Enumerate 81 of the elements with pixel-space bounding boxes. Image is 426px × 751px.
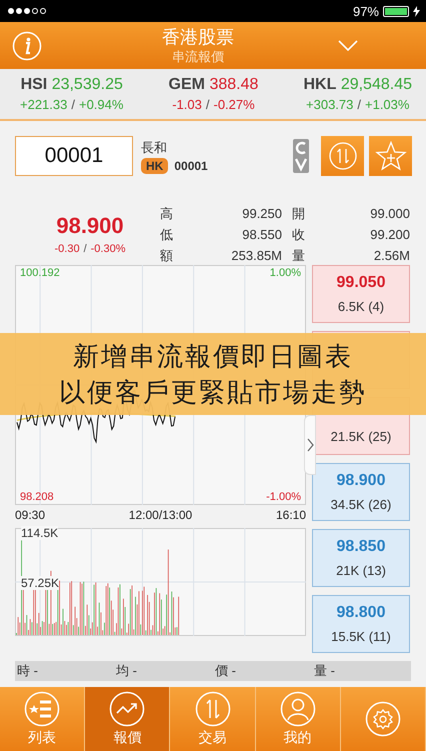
market-badge: HK: [141, 158, 168, 174]
stat-value: 99.000: [369, 205, 411, 223]
slash-separator: /: [206, 97, 210, 112]
index-value: 23,539.25: [52, 76, 123, 93]
chevron-down-icon[interactable]: [338, 40, 358, 51]
order-volume: 6.5K (4): [338, 299, 384, 314]
header-subtitle: 串流報價: [171, 48, 225, 65]
index-name: HSI: [20, 76, 48, 93]
banner-text: 新增串流報價即日圖表: [73, 340, 353, 373]
order-price: 98.900: [336, 472, 386, 490]
time-label: 09:30: [15, 508, 46, 522]
chevron-right-icon: [306, 438, 314, 452]
trend-chart-icon: [109, 691, 146, 727]
time-label: 16:10: [276, 508, 306, 522]
chart-low-price: 98.208: [20, 491, 54, 503]
index-percent: -0.27%: [213, 97, 255, 112]
stat-value: 99.250: [241, 205, 283, 223]
order-price: 99.050: [336, 274, 386, 292]
stat-label: 額: [160, 247, 174, 265]
price-change-percent: -0.30%: [90, 243, 126, 255]
chart-high-percent: 1.00%: [270, 267, 301, 279]
stat-label: 收: [291, 226, 306, 244]
cv-icon[interactable]: [293, 139, 309, 173]
stat-label: 開: [291, 205, 306, 223]
battery-percent: 97%: [352, 4, 379, 18]
user-icon: [280, 691, 316, 727]
last-price: 98.900: [55, 213, 125, 239]
info-field: 量 -: [312, 662, 411, 680]
order-price: 98.800: [336, 604, 386, 622]
chart-low-percent: -1.00%: [266, 491, 301, 503]
time-label: 12:00/13:00: [128, 508, 192, 522]
nav-tab[interactable]: 我的: [256, 687, 341, 751]
index-name: HKL: [303, 76, 336, 93]
stat-value: 2.56M: [372, 247, 411, 265]
signal-icon: [8, 8, 46, 14]
swap-arrows-icon: [194, 691, 230, 727]
slash-separator: /: [357, 97, 361, 112]
index-change: +303.73: [306, 97, 354, 112]
index-change: -1.03: [172, 97, 202, 112]
order-volume: 15.5K (11): [331, 629, 391, 644]
stat-label: 高: [160, 205, 174, 223]
swap-button[interactable]: [321, 136, 364, 176]
index-change: +221.33: [20, 97, 68, 112]
nav-tab[interactable]: 報價: [85, 687, 170, 751]
index-value: 388.48: [209, 76, 258, 93]
info-icon[interactable]: [12, 30, 42, 60]
slash-separator: /: [71, 97, 75, 112]
order-volume: 21.5K (25): [330, 429, 392, 444]
star-plus-icon: [374, 141, 406, 171]
chart-high-price: 100.192: [20, 267, 60, 279]
order-volume: 21K (13): [336, 563, 386, 578]
swap-arrows-icon: [328, 141, 358, 171]
settings-icon: [364, 701, 401, 737]
stock-name: 長和: [141, 138, 168, 156]
stock-code: 00001: [174, 158, 208, 172]
order-volume: 34.5K (26): [330, 497, 392, 512]
stat-label: 量: [291, 247, 306, 265]
index-name: GEM: [168, 76, 205, 93]
nav-tab[interactable]: 交易: [170, 687, 256, 751]
header-title: 香港股票: [161, 26, 235, 48]
volume-max-label: 114.5K: [21, 526, 58, 540]
info-field: 時 -: [15, 662, 114, 680]
info-field: 價 -: [213, 662, 312, 680]
banner-text: 以便客戶更緊貼市場走勢: [59, 376, 367, 409]
stat-value: 98.550: [241, 226, 283, 244]
stock-code-field[interactable]: 00001: [15, 136, 133, 176]
index-value: 29,548.45: [340, 76, 412, 93]
index-percent: +0.94%: [78, 97, 124, 112]
stat-value: 253.85M: [230, 247, 283, 265]
stat-label: 低: [160, 226, 174, 244]
slash-separator: /: [84, 243, 87, 255]
add-favorite-button[interactable]: [369, 136, 412, 176]
stat-value: 99.200: [369, 226, 411, 244]
order-price: 98.850: [336, 538, 386, 556]
expand-handle[interactable]: [304, 415, 316, 475]
volume-mid-label: 57.25K: [21, 576, 60, 590]
battery-icon: [383, 6, 409, 16]
charging-icon: [413, 6, 420, 16]
price-change: -0.30: [54, 243, 80, 255]
info-field: 均 -: [114, 662, 213, 680]
index-percent: +1.03%: [365, 97, 410, 112]
